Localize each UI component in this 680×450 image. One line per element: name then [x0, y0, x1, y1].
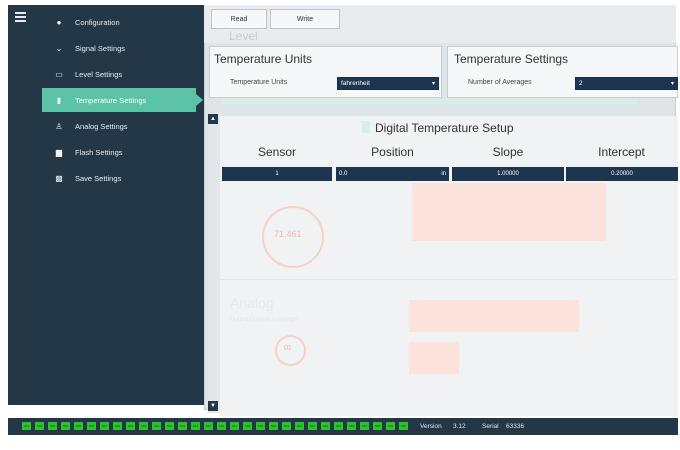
status-led: 518 — [243, 422, 252, 430]
ghost-level-title: Level — [229, 29, 258, 43]
temperature-units-label: Temperature Units — [230, 79, 288, 86]
gear-icon: ● — [56, 17, 62, 27]
status-led: 525 — [334, 422, 343, 430]
serial-value: 63336 — [506, 423, 525, 430]
status-led: 517 — [230, 422, 239, 430]
sidebar-item-temperature-settings[interactable]: ▮ Temperature Settings — [42, 88, 203, 112]
temperature-units-select[interactable]: fahrenheit ▾ — [337, 77, 439, 90]
thermometer-icon: ▮ — [56, 95, 62, 105]
ghost-analog-bar-2 — [409, 342, 459, 374]
ghost-level-bar — [412, 183, 606, 241]
number-of-averages-label: Number of Averages — [468, 79, 532, 86]
status-led: 515 — [204, 422, 213, 430]
hamburger-menu-icon[interactable] — [15, 12, 26, 22]
number-of-averages-value: 2 — [579, 80, 583, 87]
scroll-down-icon[interactable]: ▼ — [208, 401, 218, 411]
status-led: 524 — [321, 422, 330, 430]
status-led: 516 — [217, 422, 226, 430]
caret-down-icon: ▾ — [670, 81, 674, 87]
sidebar-item-signal-settings[interactable]: ⌄ Signal Settings — [52, 36, 202, 60]
progress-strip — [222, 99, 637, 104]
sidebar-item-label: Signal Settings — [75, 43, 126, 53]
temperature-units-title: Temperature Units — [214, 52, 313, 66]
ghost-temperature-value: 71.461 — [274, 229, 302, 239]
status-led: 529 — [386, 422, 395, 430]
ghost-gauge-value: 01 — [284, 345, 292, 352]
status-led: 506 — [87, 422, 96, 430]
sidebar-item-label: Flash Settings — [75, 147, 123, 157]
temperature-settings-title: Temperature Settings — [454, 52, 569, 66]
position-input[interactable]: 0.0 in — [336, 167, 449, 181]
person-icon: ♙ — [55, 121, 63, 131]
version-value: 3.12 — [453, 423, 466, 430]
sidebar-item-analog-settings[interactable]: ♙ Analog Settings — [52, 114, 202, 138]
status-led: 522 — [295, 422, 304, 430]
sidebar-item-label: Level Settings — [75, 69, 123, 79]
status-led: 508 — [113, 422, 122, 430]
serial-label: Serial — [482, 423, 499, 430]
sidebar-item-level-settings[interactable]: ▭ Level Settings — [52, 62, 202, 86]
intercept-input[interactable]: 0.20000 — [566, 167, 678, 181]
digital-setup-marker — [362, 121, 370, 133]
scroll-up-icon[interactable]: ▲ — [208, 114, 218, 124]
display-icon: ▭ — [55, 69, 63, 79]
chevron-down-icon: ⌄ — [55, 43, 63, 53]
status-led: 511 — [152, 422, 161, 430]
ghost-analog-subtitle: Output Current in mAmps — [230, 317, 299, 323]
divider — [220, 279, 678, 280]
floppy-icon: ▩ — [55, 173, 63, 183]
status-led: 507 — [100, 422, 109, 430]
scrollbar-track[interactable] — [208, 113, 220, 413]
status-led: 513 — [178, 422, 187, 430]
ghost-analog-title: Analog — [230, 295, 274, 311]
status-led: 526 — [347, 422, 356, 430]
status-led: 503 — [48, 422, 57, 430]
sidebar-item-flash-settings[interactable]: ▆ Flash Settings — [52, 140, 202, 164]
ghost-analog-bar-1 — [409, 300, 579, 332]
status-led: 520 — [269, 422, 278, 430]
status-led: 528 — [373, 422, 382, 430]
digital-setup-title: Digital Temperature Setup — [375, 121, 514, 135]
column-header-slope: Slope — [492, 145, 524, 159]
status-led: 504 — [61, 422, 70, 430]
sidebar-item-label: Save Settings — [75, 173, 122, 183]
sidebar-item-label: Analog Settings — [75, 121, 128, 131]
caret-down-icon: ▾ — [431, 81, 435, 87]
status-led: 521 — [282, 422, 291, 430]
column-header-sensor: Sensor — [257, 145, 297, 159]
status-led: 523 — [308, 422, 317, 430]
position-unit: in — [441, 171, 446, 177]
status-led: 502 — [35, 422, 44, 430]
status-led: 514 — [191, 422, 200, 430]
sidebar-item-save-settings[interactable]: ▩ Save Settings — [52, 166, 202, 190]
sidebar-item-label: Temperature Settings — [75, 95, 147, 105]
status-led: 510 — [139, 422, 148, 430]
status-led: 505 — [74, 422, 83, 430]
chip-icon: ▆ — [55, 147, 63, 157]
status-led: 509 — [126, 422, 135, 430]
sensor-cell: 1 — [222, 167, 332, 181]
status-led: 512 — [165, 422, 174, 430]
status-led: 527 — [360, 422, 369, 430]
status-led: 501 — [22, 422, 31, 430]
status-led: 530 — [399, 422, 408, 430]
slope-input[interactable]: 1.00000 — [452, 167, 564, 181]
sidebar-item-label: Configuration — [75, 17, 120, 27]
position-value: 0.0 — [339, 171, 348, 177]
column-header-position: Position — [371, 145, 414, 159]
read-button[interactable]: Read — [211, 9, 267, 29]
status-led: 519 — [256, 422, 265, 430]
temperature-units-value: fahrenheit — [341, 80, 370, 87]
column-header-intercept: Intercept — [598, 145, 645, 159]
number-of-averages-select[interactable]: 2 ▾ — [575, 77, 678, 90]
sidebar-item-configuration[interactable]: ● Configuration — [52, 10, 202, 34]
write-button[interactable]: Write — [270, 9, 340, 29]
version-label: Version — [420, 423, 442, 430]
